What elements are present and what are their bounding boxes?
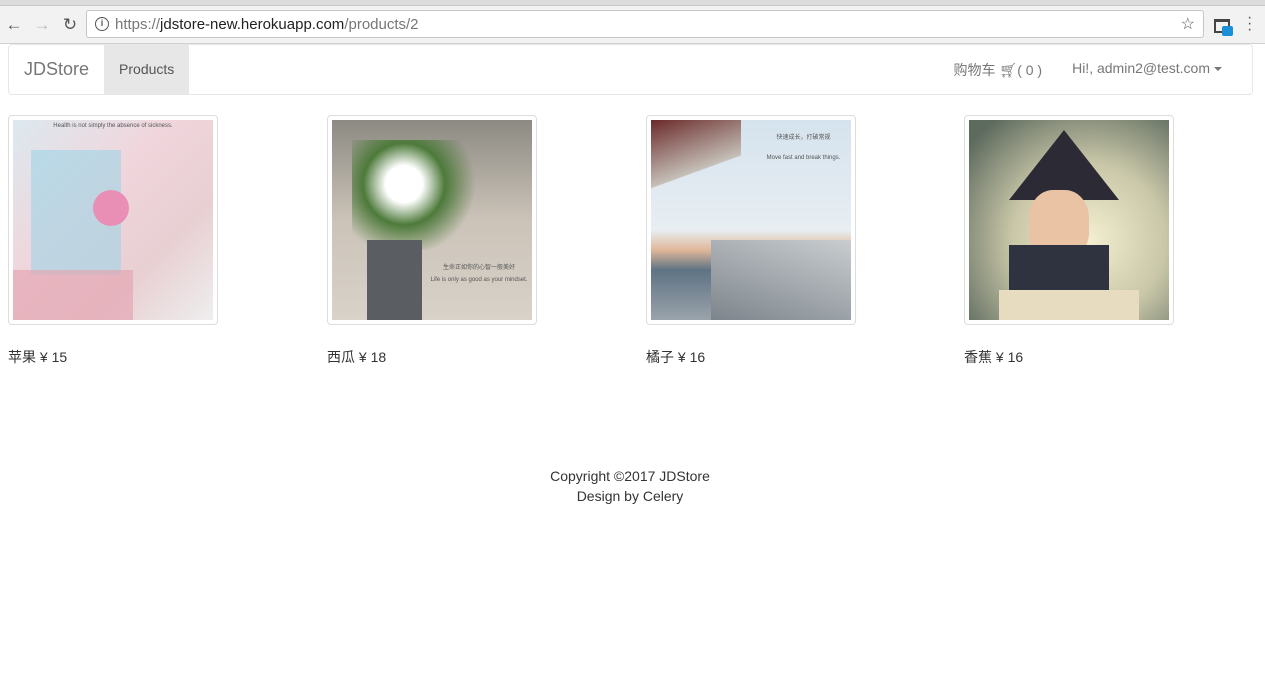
product-price: ¥ 18 [358,349,387,365]
design-credit: Design by Celery [576,488,684,504]
image-caption: Move fast and break things. [766,155,841,161]
product-card: 生命正如你的心智一般美好 Life is only as good as you… [327,115,537,367]
cart-label: 购物车 [953,61,996,78]
brand-link[interactable]: JDStore [9,59,104,80]
cart-icon: 🛒︎ [999,61,1018,78]
cart-link[interactable]: 购物车 🛒︎( 0 ) [939,60,1058,80]
navbar: JDStore Products 购物车 🛒︎( 0 ) Hi!, admin2… [8,44,1253,95]
image-caption: 生命正如你的心智一般美好 [442,265,515,271]
product-name: 香蕉 [964,349,992,365]
product-image-link[interactable] [964,115,1174,325]
product-name: 苹果 [8,349,36,365]
cart-count: ( 0 ) [1017,61,1043,78]
product-name: 橘子 [646,349,674,365]
url-path: /products/2 [344,15,419,33]
screenshot-extension-icon[interactable] [1214,19,1233,36]
product-title[interactable]: 苹果 ¥ 15 [8,347,218,367]
product-image-link[interactable]: Health is not simply the absence of sick… [8,115,218,325]
address-bar[interactable]: i https://jdstore-new.herokuapp.com/prod… [86,10,1204,38]
forward-icon[interactable]: → [28,15,56,35]
product-image: Health is not simply the absence of sick… [13,120,213,320]
product-title[interactable]: 橘子 ¥ 16 [646,347,856,367]
product-image-link[interactable]: 生命正如你的心智一般美好 Life is only as good as you… [327,115,537,325]
product-image [969,120,1169,320]
image-caption: 快速成长，打破常规 [776,135,831,141]
reload-icon[interactable]: ↻ [56,15,84,35]
product-image: 快速成长，打破常规 Move fast and break things. [651,120,851,320]
info-icon[interactable]: i [95,17,109,31]
image-caption: Life is only as good as your mindset. [430,277,528,283]
more-menu-icon[interactable]: · · · [1247,10,1253,38]
product-image: 生命正如你的心智一般美好 Life is only as good as you… [332,120,532,320]
nav-products[interactable]: Products [104,45,190,94]
product-name: 西瓜 [327,349,355,365]
bookmark-star-icon[interactable]: ☆ [1181,14,1195,34]
browser-toolbar: ← → ↻ i https://jdstore-new.herokuapp.co… [0,6,1265,44]
back-icon[interactable]: ← [0,15,28,35]
url-text: https://jdstore-new.herokuapp.com/produc… [115,16,419,33]
product-card: 快速成长，打破常规 Move fast and break things. 橘子… [646,115,856,367]
user-label: Hi!, admin2@test.com [1072,59,1210,76]
product-price: ¥ 16 [995,349,1024,365]
product-card: Health is not simply the absence of sick… [8,115,218,367]
image-caption: Health is not simply the absence of sick… [53,123,173,129]
url-scheme: https:// [115,15,161,33]
product-title[interactable]: 香蕉 ¥ 16 [964,347,1174,367]
product-title[interactable]: 西瓜 ¥ 18 [327,347,537,367]
user-dropdown[interactable]: Hi!, admin2@test.com [1057,60,1252,80]
product-card: 香蕉 ¥ 16 [964,115,1174,367]
url-host: jdstore-new.herokuapp.com [160,15,345,33]
product-image-link[interactable]: 快速成长，打破常规 Move fast and break things. [646,115,856,325]
product-price: ¥ 16 [677,349,706,365]
copyright-text: Copyright ©2017 JDStore [550,468,710,484]
product-price: ¥ 15 [39,349,68,365]
footer: Copyright ©2017 JDStore Design by Celery [0,466,1260,506]
caret-down-icon [1214,66,1222,71]
